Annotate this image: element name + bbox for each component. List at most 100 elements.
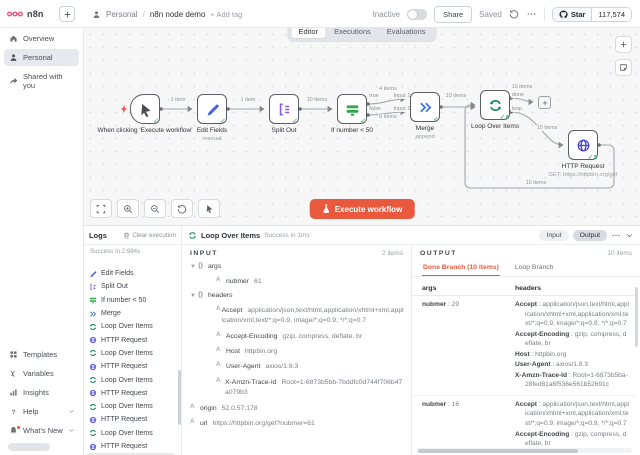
caret-down-icon[interactable]: ▼: [190, 292, 198, 300]
trash-icon: [123, 232, 130, 239]
saved-status: Saved: [479, 10, 502, 19]
success-check-icon: ✓: [220, 117, 226, 125]
log-item-edit-fields[interactable]: Edit Fields: [86, 267, 175, 280]
node-edit-fields[interactable]: ✓: [197, 94, 227, 124]
node-if-number[interactable]: ✓: [337, 94, 367, 124]
log-item-loop-over-items[interactable]: Loop Over Items: [86, 400, 175, 413]
pointer-mode-button[interactable]: [198, 199, 220, 218]
json-object-row-args[interactable]: ▼{}args: [188, 262, 405, 271]
zoom-out-button[interactable]: [144, 199, 166, 218]
string-type-icon: A: [190, 418, 200, 427]
history-icon[interactable]: [509, 9, 519, 19]
node-split-out[interactable]: ✓: [269, 94, 299, 124]
github-star-widget[interactable]: Star 117,574: [552, 7, 632, 22]
log-item-label: Loop Over Items: [101, 377, 153, 384]
output-table-row[interactable]: nubmer : 16Accept : application/json,tex…: [412, 396, 635, 447]
node-trigger[interactable]: ✓: [130, 94, 160, 124]
log-item-http-request[interactable]: HTTP Request: [86, 387, 175, 400]
add-tag-button[interactable]: + Add tag: [210, 10, 242, 19]
input-view-pill[interactable]: Input: [539, 230, 568, 241]
collapse-panel-icon[interactable]: [625, 231, 634, 240]
sidebar-item-help[interactable]: ? Help: [4, 403, 79, 420]
tab-evaluations[interactable]: Evaluations: [379, 28, 434, 39]
detail-node-status: Success in 1ms: [264, 232, 310, 239]
app-title: n8n: [27, 9, 44, 19]
log-item-label: HTTP Request: [101, 416, 147, 423]
output-title: OUTPUT: [420, 250, 457, 257]
tab-executions[interactable]: Executions: [326, 28, 379, 39]
globe-icon: [89, 389, 97, 397]
fit-view-button[interactable]: [90, 199, 112, 218]
new-workflow-button[interactable]: [59, 6, 75, 22]
log-item-loop-over-items[interactable]: Loop Over Items: [86, 373, 175, 386]
user-menu[interactable]: [8, 443, 50, 451]
input-json-tree: ▼{}argsAnubmer61▼{}headersAAcceptapplica…: [182, 260, 411, 435]
connection-wires: [84, 28, 640, 225]
add-node-stub[interactable]: [538, 96, 551, 109]
sidebar-item-variables[interactable]: Variables: [4, 365, 79, 382]
globe-icon: [89, 363, 97, 371]
breadcrumb: Personal / n8n node demo + Add tag: [92, 0, 242, 28]
clear-execution-button[interactable]: Clear execution: [123, 232, 176, 239]
output-horizontal-scrollbar[interactable]: [416, 448, 632, 453]
success-check-icon: ✓: [153, 117, 159, 125]
log-item-http-request[interactable]: HTTP Request: [86, 360, 175, 373]
execute-workflow-button[interactable]: Execute workflow: [310, 199, 415, 219]
tab-editor[interactable]: Editor: [290, 28, 326, 39]
add-node-button[interactable]: [615, 36, 632, 53]
reset-zoom-button[interactable]: [171, 199, 193, 218]
success-check-icon: ✓5: [588, 153, 597, 161]
sidebar-item-overview[interactable]: Overview: [4, 30, 79, 47]
breadcrumb-project[interactable]: Personal: [106, 10, 138, 19]
logs-scrollbar[interactable]: [177, 267, 181, 455]
share-button[interactable]: Share: [434, 6, 472, 23]
detail-more-icon[interactable]: [611, 231, 621, 240]
topbar-actions: Inactive Share Saved Star 117,574: [373, 0, 632, 28]
output-view-pill[interactable]: Output: [573, 230, 607, 241]
string-type-icon: A: [216, 361, 226, 370]
log-item-http-request[interactable]: HTTP Request: [86, 333, 175, 346]
log-item-loop-over-items[interactable]: Loop Over Items: [86, 320, 175, 333]
sidebar-item-what-s-new[interactable]: What's New: [4, 422, 79, 439]
output-table-header: argsheaders: [412, 282, 635, 296]
log-item-merge[interactable]: Merge: [86, 307, 175, 320]
node-loop-over-items[interactable]: ✓6: [480, 90, 510, 120]
execute-workflow-label: Execute workflow: [335, 205, 403, 214]
output-table-row[interactable]: nubmer : 29Accept : application/json,tex…: [412, 296, 635, 396]
output-panel: OUTPUT 10 items Done Branch (10 items) L…: [412, 245, 640, 455]
output-vertical-scrollbar[interactable]: [635, 285, 639, 445]
log-item-loop-over-items[interactable]: Loop Over Items: [86, 427, 175, 440]
success-check-icon: ✓: [360, 117, 366, 125]
zoom-in-button[interactable]: [117, 199, 139, 218]
sidebar-item-personal[interactable]: Personal: [4, 49, 79, 66]
loop-icon: [89, 403, 97, 411]
sidebar-item-insights[interactable]: Insights: [4, 384, 79, 401]
workflow-canvas[interactable]: Editor Executions Evaluations: [84, 28, 640, 225]
log-list: Edit FieldsSplit OutIf number < 50 Merge L…: [84, 267, 177, 455]
caret-down-icon[interactable]: ▼: [190, 263, 198, 271]
more-options-icon[interactable]: [526, 9, 537, 19]
notification-dot: [17, 426, 20, 429]
log-item-loop-over-items[interactable]: Loop Over Items: [86, 347, 175, 360]
json-field-row-accept: AAcceptapplication/json,text/html,applic…: [188, 305, 405, 327]
log-item-label: Loop Over Items: [101, 350, 153, 357]
merge-icon: [418, 100, 433, 115]
tab-done-branch[interactable]: Done Branch (10 items): [422, 261, 500, 276]
log-item-if-number-50[interactable]: If number < 50: [86, 294, 175, 307]
tab-loop-branch[interactable]: Loop Branch: [514, 261, 555, 276]
log-item-split-out[interactable]: Split Out: [86, 280, 175, 293]
node-merge[interactable]: ✓: [410, 92, 440, 122]
log-item-label: Merge: [101, 310, 121, 317]
node-http-request[interactable]: ✓5: [568, 130, 598, 160]
sidebar-item-templates[interactable]: Templates: [4, 346, 79, 363]
json-field-row-accept-encoding: AAccept-Encodinggzip, compress, deflate,…: [188, 331, 405, 342]
add-sticky-note-button[interactable]: [615, 59, 632, 76]
sidebar-item-shared-with-you[interactable]: Shared with you: [4, 68, 79, 94]
json-field-row-host: AHosthttpbin.org: [188, 346, 405, 357]
grid-icon: [9, 350, 18, 359]
active-toggle[interactable]: [407, 9, 427, 20]
log-item-http-request[interactable]: HTTP Request: [86, 413, 175, 426]
json-object-row-headers[interactable]: ▼{}headers: [188, 291, 405, 300]
breadcrumb-workflow-name[interactable]: n8n node demo: [150, 10, 206, 19]
log-item-http-request[interactable]: HTTP Request: [86, 440, 175, 453]
